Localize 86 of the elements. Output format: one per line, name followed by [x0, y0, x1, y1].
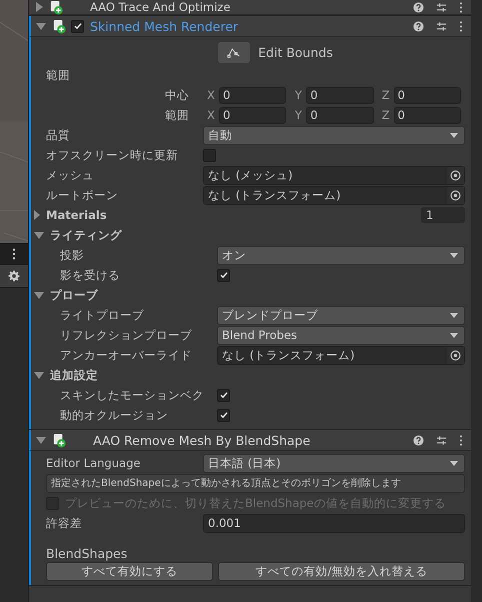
- foldout-arrow-icon[interactable]: [36, 436, 46, 444]
- action-button[interactable]: すべての有効/無効を入れ替える: [218, 562, 465, 580]
- number-field[interactable]: 0: [219, 106, 286, 124]
- number-field[interactable]: 0.001: [203, 514, 465, 532]
- script-icon: [52, 18, 67, 34]
- vertex-path-icon: [227, 46, 242, 58]
- field-label: リフレクションプローブ: [60, 328, 193, 342]
- field-label: オフスクリーン時に更新: [46, 148, 179, 162]
- more-icon[interactable]: [12, 248, 16, 260]
- component-header[interactable]: AAO Trace And Optimize: [29, 0, 471, 15]
- foldout-arrow-icon[interactable]: [34, 210, 40, 220]
- target-icon[interactable]: [450, 350, 461, 360]
- section-label[interactable]: プローブ: [50, 288, 465, 302]
- script-icon: [49, 0, 64, 14]
- scrollbar[interactable]: [471, 0, 482, 602]
- number-field[interactable]: 0: [306, 106, 374, 124]
- field-label: 影を受ける: [60, 268, 121, 282]
- enabled-checkbox[interactable]: [71, 20, 84, 32]
- checkbox[interactable]: [217, 388, 230, 402]
- target-icon[interactable]: [450, 190, 461, 200]
- field-label: 範囲: [164, 108, 190, 122]
- help-box: 指定されたBlendShapeによって動かされる頂点とそのポリゴンを削除します: [46, 474, 465, 492]
- dropdown[interactable]: 自動: [203, 126, 465, 144]
- action-button[interactable]: すべて有効にする: [46, 562, 213, 580]
- target-icon[interactable]: [450, 170, 461, 180]
- axis-label: X: [206, 108, 216, 122]
- preset-sliders-icon[interactable]: [436, 20, 447, 32]
- component-title: AAO Remove Mesh By BlendShape: [93, 432, 312, 448]
- settings-icon[interactable]: [8, 270, 20, 282]
- checkbox[interactable]: [217, 268, 230, 282]
- help-icon[interactable]: [413, 434, 424, 446]
- dropdown[interactable]: ブレンドプローブ: [217, 306, 465, 324]
- foldout-arrow-icon[interactable]: [34, 292, 44, 298]
- dropdown[interactable]: 日本語 (日本): [203, 454, 465, 472]
- dropdown[interactable]: Blend Probes: [217, 326, 465, 344]
- field-label: Editor Language: [46, 456, 142, 470]
- object-field[interactable]: なし (メッシュ): [203, 166, 465, 184]
- component-title: AAO Trace And Optimize: [90, 0, 232, 14]
- field-label: スキンしたモーションベク: [60, 388, 205, 402]
- field-label: 許容差: [46, 516, 83, 530]
- section-label[interactable]: ライティング: [50, 228, 465, 242]
- number-field[interactable]: 0: [306, 86, 374, 104]
- help-icon[interactable]: [413, 2, 424, 12]
- foldout-arrow-icon[interactable]: [34, 372, 44, 378]
- object-field[interactable]: なし (トランスフォーム): [203, 186, 465, 204]
- object-field[interactable]: なし (トランスフォーム): [217, 346, 465, 364]
- more-icon[interactable]: [459, 20, 463, 32]
- checkbox[interactable]: [203, 148, 216, 162]
- field-label: 動的オクルージョン: [60, 408, 169, 422]
- axis-label: Y: [294, 88, 303, 102]
- field-label: アンカーオーバーライド: [60, 348, 193, 362]
- axis-label: Z: [380, 88, 391, 102]
- preset-sliders-icon[interactable]: [436, 434, 447, 446]
- field-label: メッシュ: [46, 168, 95, 182]
- edit-bounds-button[interactable]: [218, 42, 250, 62]
- component-title: Skinned Mesh Renderer: [90, 18, 240, 34]
- field-label: ライトプローブ: [60, 308, 145, 322]
- preset-sliders-icon[interactable]: [436, 2, 447, 12]
- checkmark-icon: [218, 270, 228, 280]
- axis-label: Y: [294, 108, 303, 122]
- section-heading: BlendShapes: [46, 545, 128, 561]
- script-icon: [52, 432, 67, 448]
- section-label[interactable]: Materials: [46, 208, 421, 222]
- checkmark-icon: [72, 21, 82, 31]
- field-label: 中心: [164, 88, 190, 102]
- section-label[interactable]: 追加設定: [50, 368, 465, 382]
- field-label: 品質: [46, 128, 71, 142]
- component-header[interactable]: AAO Remove Mesh By BlendShape: [29, 430, 471, 451]
- more-icon[interactable]: [459, 2, 463, 12]
- foldout-arrow-icon[interactable]: [34, 232, 44, 238]
- help-icon[interactable]: [413, 20, 424, 32]
- field-label: 範囲: [46, 68, 71, 82]
- array-size-field[interactable]: 1: [421, 207, 465, 223]
- number-field[interactable]: 0: [394, 106, 461, 124]
- field-label: ルートボーン: [46, 188, 119, 202]
- component-header[interactable]: Skinned Mesh Renderer: [29, 16, 471, 37]
- more-icon[interactable]: [459, 434, 463, 446]
- axis-label: Z: [380, 108, 391, 122]
- field-label: 投影: [60, 248, 85, 262]
- foldout-arrow-icon[interactable]: [36, 22, 46, 30]
- dropdown[interactable]: オン: [217, 246, 465, 264]
- number-field[interactable]: 0: [219, 86, 286, 104]
- edit-bounds-label: Edit Bounds: [258, 44, 333, 60]
- checkbox[interactable]: [217, 408, 230, 422]
- number-field[interactable]: 0: [394, 86, 461, 104]
- axis-label: X: [206, 88, 216, 102]
